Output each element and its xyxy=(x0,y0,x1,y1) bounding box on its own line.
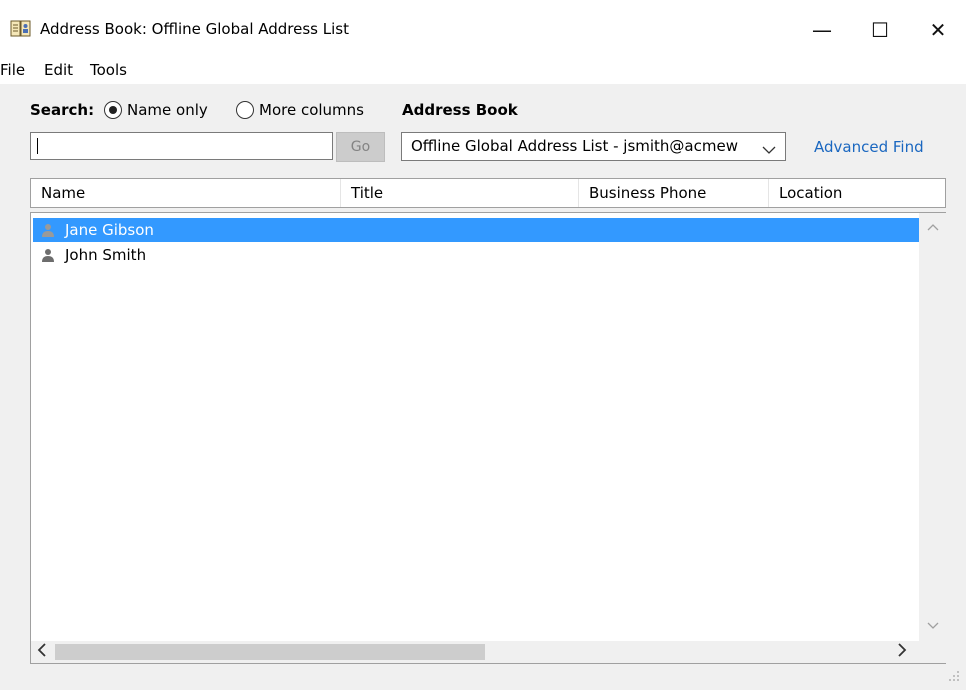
text-caret xyxy=(37,138,38,154)
chevron-down-icon xyxy=(762,141,776,159)
list-header: Name Title Business Phone Location xyxy=(30,178,946,208)
horizontal-scrollbar[interactable] xyxy=(31,641,919,663)
search-input[interactable] xyxy=(30,132,333,160)
scrollbar-corner xyxy=(919,641,946,663)
list-item[interactable]: John Smith xyxy=(33,243,919,267)
column-header-title[interactable]: Title xyxy=(341,179,579,207)
radio-selected-dot xyxy=(109,106,117,114)
name-only-radio[interactable] xyxy=(104,101,122,119)
more-columns-radio[interactable] xyxy=(236,101,254,119)
search-label: Search: xyxy=(30,101,95,119)
list-item[interactable]: Jane Gibson xyxy=(33,218,919,242)
name-only-label[interactable]: Name only xyxy=(127,101,208,119)
contact-list: Jane Gibson John Smith xyxy=(30,212,946,664)
maximize-button[interactable]: ☐ xyxy=(857,0,903,60)
title-bar: Address Book: Offline Global Address Lis… xyxy=(0,0,966,60)
person-icon xyxy=(42,249,54,262)
menu-file[interactable]: File xyxy=(0,61,25,79)
go-button[interactable]: Go xyxy=(336,132,385,162)
scroll-left-icon[interactable] xyxy=(37,642,47,661)
contact-name: John Smith xyxy=(65,246,147,264)
person-icon xyxy=(42,224,54,237)
resize-grip-icon[interactable] xyxy=(946,668,964,688)
address-book-icon xyxy=(10,20,31,37)
horizontal-scroll-thumb[interactable] xyxy=(55,644,485,660)
column-header-name[interactable]: Name xyxy=(31,179,341,207)
address-book-label: Address Book xyxy=(402,101,518,119)
address-book-dropdown[interactable]: Offline Global Address List - jsmith@acm… xyxy=(401,132,786,161)
column-header-business-phone[interactable]: Business Phone xyxy=(579,179,769,207)
contact-name: Jane Gibson xyxy=(65,221,154,239)
close-button[interactable]: ✕ xyxy=(915,0,961,60)
minimize-button[interactable]: — xyxy=(799,0,845,60)
menu-bar: File Edit Tools xyxy=(0,58,966,84)
menu-edit[interactable]: Edit xyxy=(44,61,73,79)
window-title: Address Book: Offline Global Address Lis… xyxy=(40,20,349,38)
scroll-right-icon[interactable] xyxy=(897,642,907,661)
advanced-find-link[interactable]: Advanced Find xyxy=(814,138,924,156)
scroll-down-icon[interactable] xyxy=(927,620,939,633)
vertical-scrollbar[interactable] xyxy=(919,213,946,641)
address-book-selected-value: Offline Global Address List - jsmith@acm… xyxy=(411,137,738,155)
scroll-up-icon[interactable] xyxy=(927,221,939,234)
more-columns-label[interactable]: More columns xyxy=(259,101,364,119)
column-header-location[interactable]: Location xyxy=(769,179,945,207)
menu-tools[interactable]: Tools xyxy=(90,61,127,79)
address-book-window: Address Book: Offline Global Address Lis… xyxy=(0,0,966,690)
